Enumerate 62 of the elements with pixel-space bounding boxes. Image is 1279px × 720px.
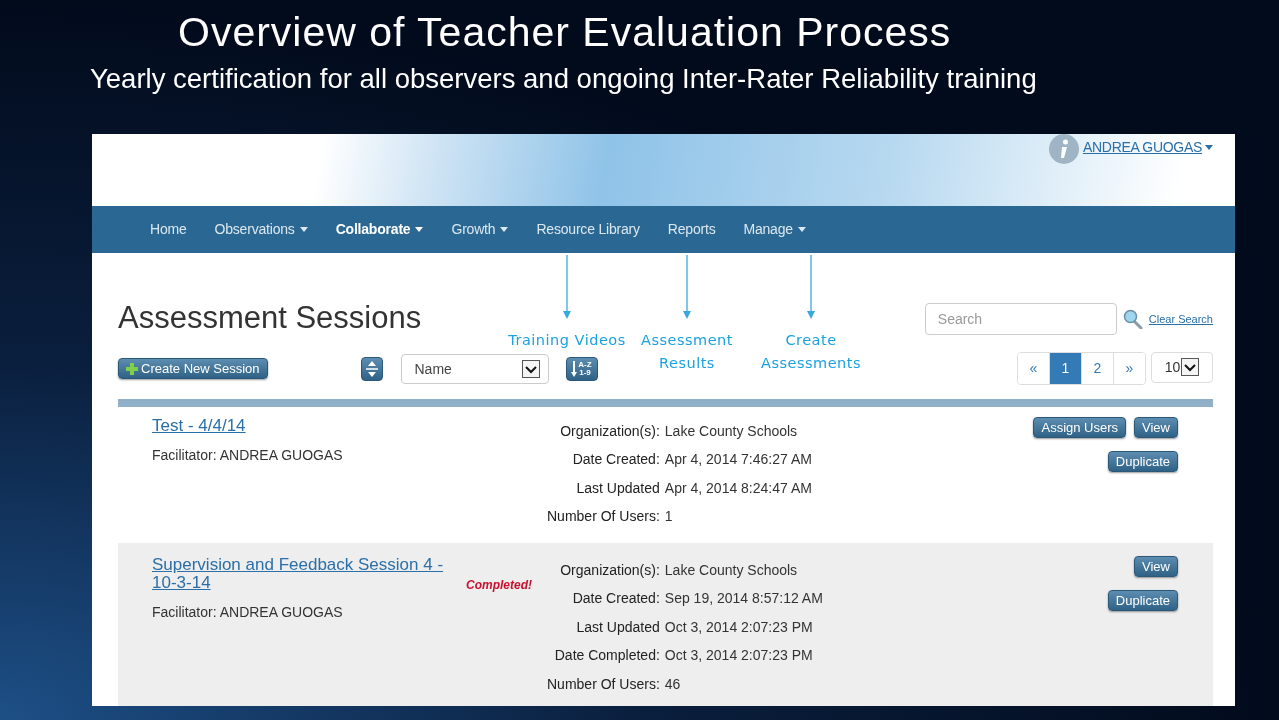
field-value: Sep 19, 2014 8:57:12 AM bbox=[664, 589, 823, 608]
plus-icon bbox=[126, 362, 138, 375]
expand-collapse-icon bbox=[365, 360, 378, 377]
field-label: Date Created: bbox=[571, 589, 660, 608]
annotation-label: Assessment Results bbox=[640, 330, 734, 373]
nav-item[interactable]: Growth bbox=[437, 221, 523, 238]
field-value: 46 bbox=[664, 674, 682, 694]
action-button[interactable]: Duplicate bbox=[1107, 450, 1178, 472]
field-label: Last Updated bbox=[575, 478, 660, 498]
field-value: Oct 3, 2014 2:07:23 PM bbox=[664, 646, 814, 665]
caret-icon bbox=[1205, 144, 1213, 150]
clear-search-link[interactable]: Clear Search bbox=[1148, 312, 1213, 325]
expand-collapse-button[interactable] bbox=[360, 356, 383, 381]
user-menu-link[interactable]: ANDREA GUOGAS bbox=[1082, 139, 1213, 155]
annotation-label: Training Videos bbox=[507, 330, 627, 350]
page-link[interactable]: » bbox=[1113, 352, 1145, 384]
status-label: Completed! bbox=[466, 577, 532, 592]
dropdown-caret-icon bbox=[1181, 358, 1200, 376]
nav-item[interactable]: Collaborate bbox=[321, 221, 438, 238]
search-field[interactable]: Search bbox=[924, 302, 1117, 335]
action-button[interactable]: View bbox=[1134, 555, 1178, 577]
action-button[interactable]: Assign Users bbox=[1033, 416, 1127, 438]
page-size-select[interactable]: 10 bbox=[1151, 351, 1213, 383]
sort-field-select[interactable]: Name bbox=[400, 353, 549, 384]
field-label: Organization(s): bbox=[559, 421, 660, 441]
down-arrow bbox=[683, 254, 691, 319]
field-label: Last Updated bbox=[575, 617, 660, 637]
facilitator-text: Facilitator: ANDREA GUOGAS bbox=[152, 603, 344, 620]
action-button[interactable]: View bbox=[1134, 416, 1178, 438]
field-value: Oct 3, 2014 2:07:23 PM bbox=[664, 617, 814, 637]
field-label: Date Created: bbox=[571, 450, 660, 469]
slide-subtitle: Yearly certification for all observers and ongoing Inter-Rater Reliability training bbox=[90, 62, 1037, 96]
nav-item[interactable]: Observations bbox=[200, 221, 322, 238]
nav-item[interactable]: Manage bbox=[729, 221, 820, 238]
create-session-button[interactable]: Create New Session bbox=[118, 358, 268, 379]
down-arrow bbox=[807, 254, 815, 319]
page-link[interactable]: 1 bbox=[1049, 352, 1081, 384]
sort-order-button[interactable]: A-Z 1-9 bbox=[565, 356, 598, 381]
field-value: Apr 4, 2014 8:24:47 AM bbox=[664, 478, 812, 498]
field-value: Lake County Schools bbox=[664, 560, 799, 580]
annotation-label: Create Assessments bbox=[759, 330, 862, 373]
nav-item[interactable]: Resource Library bbox=[522, 221, 654, 238]
field-value: Apr 4, 2014 7:46:27 AM bbox=[664, 450, 812, 469]
session-link[interactable]: Supervision and Feedback Session 4 - 10-3-14 bbox=[152, 555, 452, 592]
field-label: Number Of Users: bbox=[547, 674, 660, 694]
field-value: 1 bbox=[664, 507, 674, 526]
session-link[interactable]: Test - 4/4/14 bbox=[152, 416, 246, 435]
field-label: Date Completed: bbox=[553, 646, 660, 665]
page-title: Assessment Sessions bbox=[118, 298, 423, 337]
field-value: Lake County Schools bbox=[664, 421, 799, 441]
facilitator-text: Facilitator: ANDREA GUOGAS bbox=[152, 446, 344, 463]
dropdown-caret-icon bbox=[521, 359, 540, 378]
info-icon[interactable] bbox=[1048, 134, 1079, 164]
slide-title: Overview of Teacher Evaluation Process bbox=[178, 8, 952, 56]
nav-item[interactable]: Reports bbox=[653, 221, 730, 238]
down-arrow-icon bbox=[571, 360, 578, 377]
nav-item[interactable]: Home bbox=[136, 221, 201, 238]
search-icon[interactable] bbox=[1122, 308, 1143, 329]
down-arrow bbox=[563, 254, 571, 319]
field-label: Organization(s): bbox=[559, 560, 660, 580]
action-button[interactable]: Duplicate bbox=[1107, 589, 1178, 611]
field-label: Number Of Users: bbox=[547, 507, 660, 526]
